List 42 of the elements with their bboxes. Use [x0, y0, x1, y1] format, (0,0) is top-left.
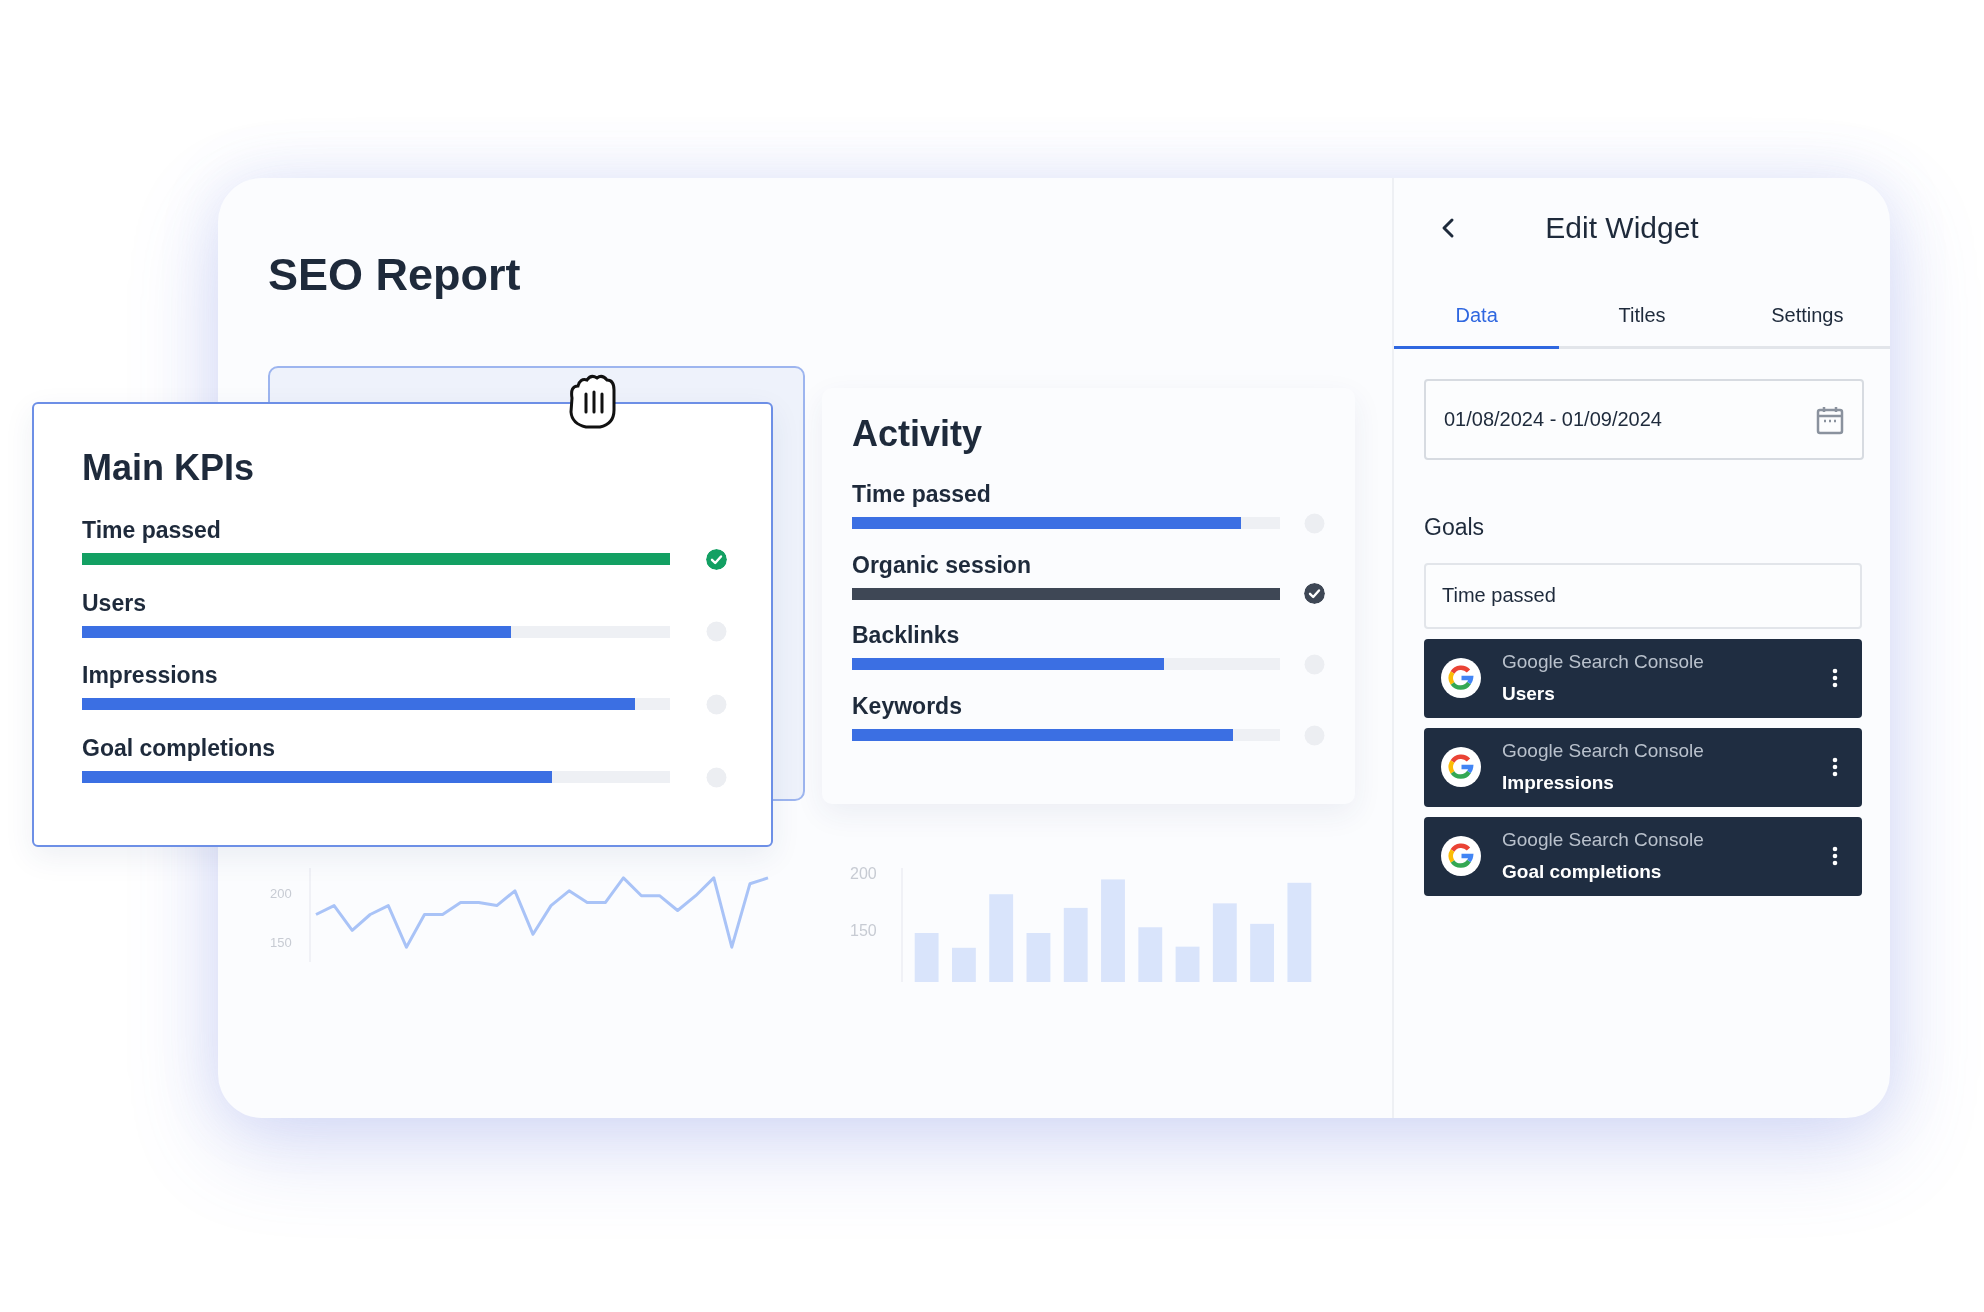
logo-icon [1440, 746, 1482, 788]
chart-bar [1026, 932, 1051, 982]
source-name: Google Search Console [1502, 650, 1705, 674]
kebab-icon [1832, 846, 1838, 866]
data-source-card[interactable]: Google Search Console Users [1424, 638, 1862, 718]
metric-name: Users [1502, 681, 1556, 706]
kpi-label: Goal completions [82, 734, 276, 763]
calendar-icon [1816, 405, 1844, 435]
kebab-icon [1832, 668, 1838, 688]
tab[interactable]: Settings [1724, 290, 1890, 349]
kpi-label: Time passed [82, 517, 222, 545]
section-label: Goals [1424, 513, 1486, 542]
chevron-left-icon [1440, 217, 1456, 239]
tab[interactable]: Titles [1559, 290, 1725, 349]
metric-name: Impressions [1502, 770, 1615, 795]
chart-bar [952, 947, 976, 982]
data-source-card[interactable]: Google Search Console Goal completions [1424, 816, 1862, 896]
goal-input-field[interactable]: Time passed [1424, 562, 1862, 629]
kebab-icon [1832, 757, 1838, 777]
kpi-label: Users [82, 589, 147, 618]
date-range-field[interactable]: 01/08/2024 - 01/09/2024 [1424, 379, 1864, 460]
report-title: SEO Report [268, 248, 522, 302]
chart-bar [1250, 923, 1274, 982]
kpi-label: Keywords [852, 692, 963, 721]
data-source-card[interactable]: Google Search Console Impressions [1424, 727, 1862, 807]
chart-bar [1175, 946, 1200, 982]
card-title: Activity [852, 412, 984, 456]
chart-bar [914, 932, 939, 982]
kpi-label: Impressions [82, 662, 219, 690]
logo-icon [1440, 657, 1482, 699]
source-name: Google Search Console [1502, 828, 1705, 852]
kpi-card[interactable]: Main KPIs Time passed Users Impressions Goal completions [32, 402, 773, 847]
card-title: Main KPIs [82, 446, 256, 490]
chart-bar [1138, 926, 1163, 982]
logo-icon [1440, 835, 1482, 877]
kpi-label: Time passed [852, 481, 992, 509]
kpi-label: Backlinks [852, 622, 961, 650]
panel-title: Edit Widget [1545, 210, 1700, 246]
tab[interactable]: Data [1394, 290, 1560, 349]
metric-name: Goal completions [1502, 859, 1663, 884]
kpi-label: Organic session [852, 551, 1032, 580]
source-name: Google Search Console [1502, 739, 1705, 763]
